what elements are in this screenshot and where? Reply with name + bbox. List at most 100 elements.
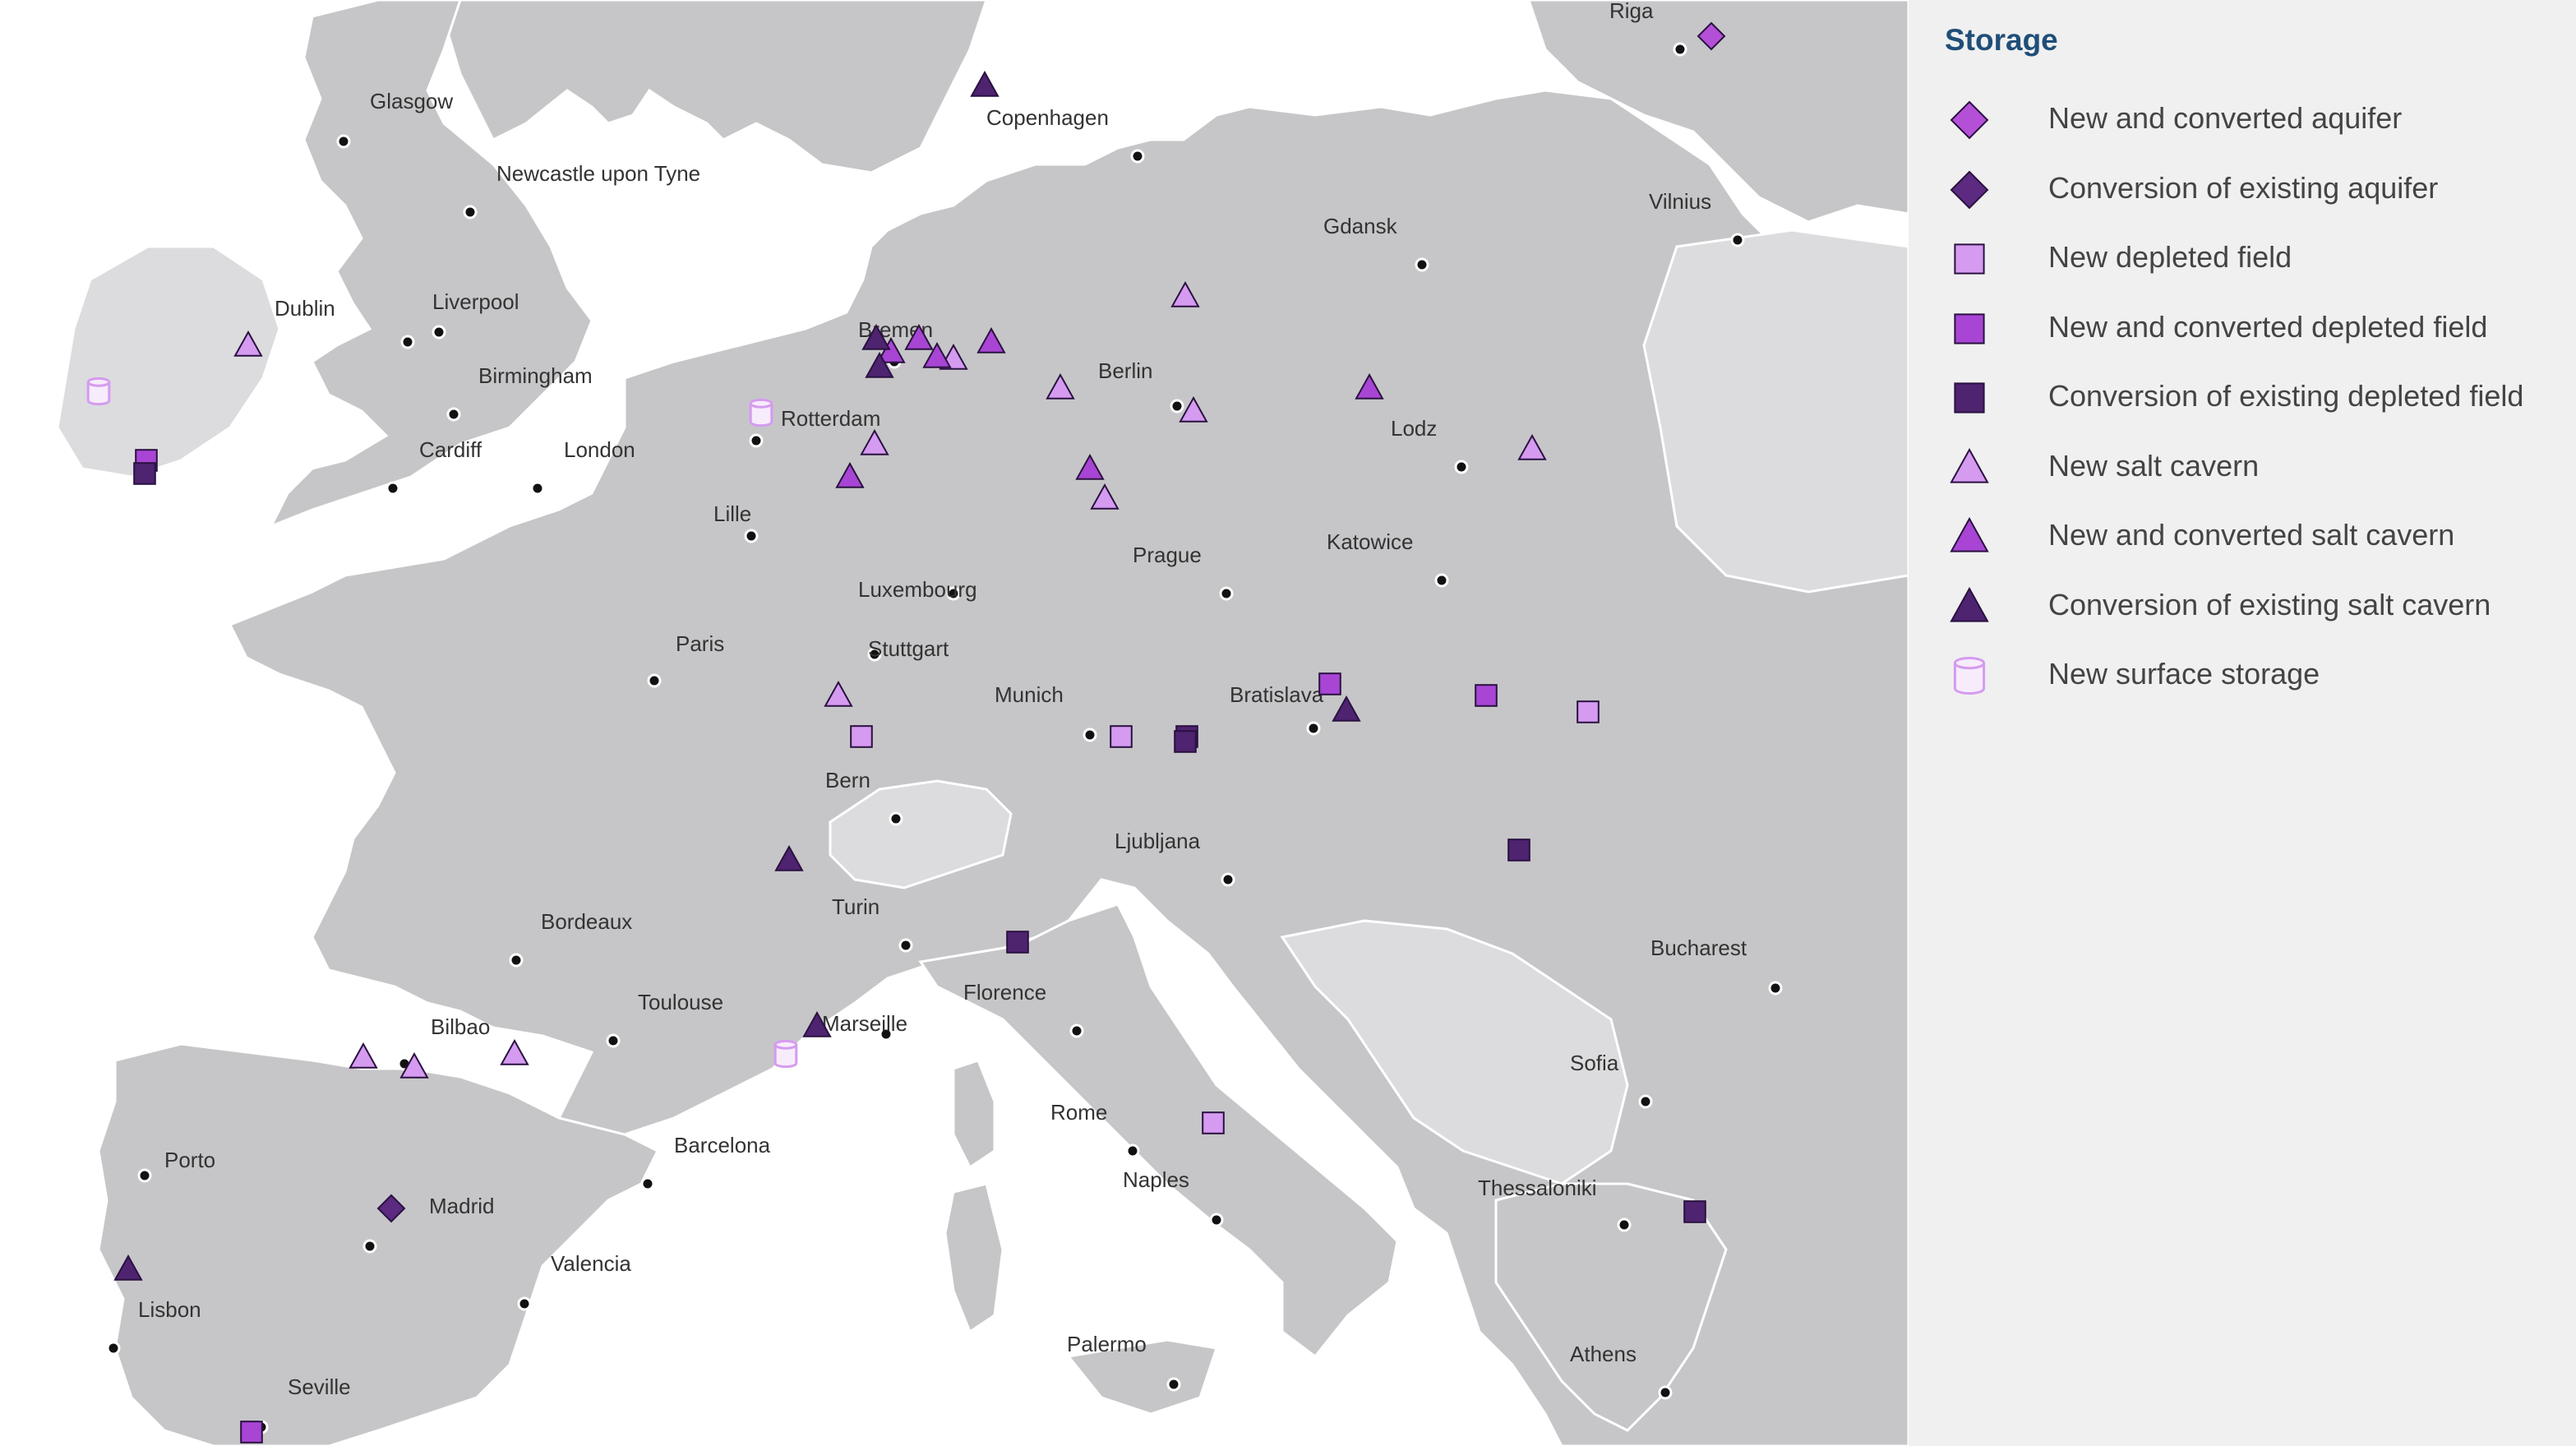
legend-symbol: [1950, 516, 1989, 552]
city-label: Lille: [713, 501, 751, 526]
city-label: Madrid: [429, 1194, 494, 1218]
legend-item-aquifer-conv: Conversion of existing aquifer: [1945, 164, 2569, 213]
storage-marker-depleted-conv: [133, 462, 156, 485]
city-label: Lodz: [1391, 416, 1437, 441]
legend-symbol: [1953, 656, 1986, 695]
city-label: Valencia: [551, 1251, 631, 1276]
city-dot: [744, 529, 759, 543]
city-label: Paris: [676, 631, 724, 656]
storage-marker-depleted-new: [1202, 1111, 1225, 1134]
map-canvas[interactable]: Glasgow Newcastle upon Tyne Dublin Liverpoo…: [0, 0, 1909, 1446]
cylinder-icon: [1953, 656, 1986, 695]
city-dot: [385, 481, 400, 496]
city-label: Ljubljana: [1115, 829, 1201, 853]
square-icon: [1954, 312, 1985, 344]
city-dot: [1130, 149, 1145, 164]
city-dot: [106, 1341, 121, 1356]
legend-label: Conversion of existing depleted field: [2048, 379, 2524, 413]
legend-label: New depleted field: [2048, 240, 2292, 274]
city-dot: [1730, 233, 1745, 247]
city-label: Rotterdam: [781, 406, 880, 431]
storage-marker-depleted-new: [1577, 700, 1600, 723]
city-label: Katowice: [1327, 529, 1414, 554]
city-dot: [1170, 399, 1184, 413]
city-label: Rome: [1050, 1100, 1107, 1125]
city-label: Liverpool: [432, 289, 519, 314]
city-dot: [400, 335, 415, 349]
city-label: Vilnius: [1649, 189, 1711, 214]
city-dot: [336, 134, 351, 149]
city-dot: [1434, 573, 1449, 588]
city-label: Athens: [1570, 1342, 1637, 1366]
legend-symbol: [1950, 447, 1989, 483]
storage-marker-salt-new: [349, 1042, 378, 1069]
storage-marker-depleted-new: [850, 725, 873, 748]
legend-symbol: [1950, 170, 1989, 209]
storage-marker-salt-new: [500, 1038, 529, 1065]
legend-symbol: [1950, 100, 1989, 140]
city-dot: [1069, 1023, 1084, 1038]
city-dot: [1306, 721, 1321, 736]
city-dot: [1415, 257, 1429, 272]
city-dot: [137, 1168, 152, 1183]
city-dot: [1768, 981, 1783, 996]
city-dot: [432, 325, 446, 340]
city-label: Munich: [995, 682, 1064, 707]
city-label: Turin: [832, 894, 879, 919]
storage-marker-surface-new: [773, 1039, 798, 1069]
city-label: Glasgow: [370, 89, 453, 113]
city-label: Lisbon: [138, 1297, 201, 1322]
city-label: Stuttgart: [868, 636, 949, 661]
city-label: Bern: [825, 768, 870, 792]
city-dot: [1638, 1094, 1653, 1109]
storage-marker-depleted-conv: [1006, 931, 1029, 954]
city-label: Sofia: [1570, 1051, 1619, 1075]
map-area[interactable]: Glasgow Newcastle upon Tyne Dublin Liverpoo…: [0, 0, 1909, 1446]
legend-item-aquifer-new: New and converted aquifer: [1945, 94, 2569, 143]
city-dot: [1166, 1377, 1181, 1392]
city-label: Birmingham: [478, 363, 593, 388]
city-dot: [1617, 1217, 1632, 1232]
legend-label: New and converted depleted field: [2048, 309, 2488, 344]
city-label: Marseille: [822, 1011, 907, 1036]
legend-title: Storage: [1945, 23, 2058, 57]
storage-marker-surface-new: [749, 398, 773, 427]
city-dot: [463, 205, 478, 219]
city-dot: [889, 811, 903, 826]
city-label: Bratislava: [1230, 682, 1324, 707]
city-dot: [1454, 460, 1469, 474]
city-label: Dublin: [275, 296, 335, 321]
city-label: Palermo: [1067, 1332, 1147, 1356]
city-stuttgart: Stuttgart: [867, 636, 949, 662]
legend-label: New surface storage: [2048, 657, 2320, 691]
legend-symbol: [1954, 243, 1985, 275]
triangle-icon: [1950, 586, 1989, 622]
storage-marker-depleted-new: [1110, 725, 1133, 748]
legend-item-depleted-newconv: New and converted depleted field: [1945, 303, 2569, 352]
city-label: Copenhagen: [986, 105, 1109, 130]
city-label: Florence: [963, 980, 1046, 1005]
city-dot: [1209, 1213, 1224, 1227]
city-dot: [640, 1176, 655, 1191]
city-dot: [446, 407, 461, 422]
city-dot: [509, 953, 524, 968]
legend-item-surface-new: New surface storage: [1945, 649, 2569, 699]
legend-item-salt-conv: Conversion of existing salt cavern: [1945, 580, 2569, 630]
legend-panel: Storage New and converted aquifer Convers…: [1909, 0, 2576, 1446]
triangle-icon: [1950, 447, 1989, 483]
city-label: Luxembourg: [858, 577, 977, 602]
legend-label: New and converted aquifer: [2048, 101, 2403, 135]
city-dot: [1658, 1385, 1673, 1400]
city-dot: [606, 1033, 621, 1048]
legend-symbol: [1954, 382, 1985, 413]
city-dot: [1673, 42, 1687, 57]
legend-label: New and converted salt cavern: [2048, 518, 2455, 552]
land-layer: [56, 0, 1909, 1446]
city-label: Bilbao: [431, 1014, 490, 1039]
legend-label: Conversion of existing aquifer: [2048, 170, 2439, 205]
city-label: Porto: [164, 1148, 215, 1172]
legend-item-depleted-new: New depleted field: [1945, 233, 2569, 282]
city-marseille: Marseille: [822, 1011, 907, 1042]
legend-item-salt-new: New salt cavern: [1945, 441, 2569, 491]
square-icon: [1954, 243, 1985, 275]
